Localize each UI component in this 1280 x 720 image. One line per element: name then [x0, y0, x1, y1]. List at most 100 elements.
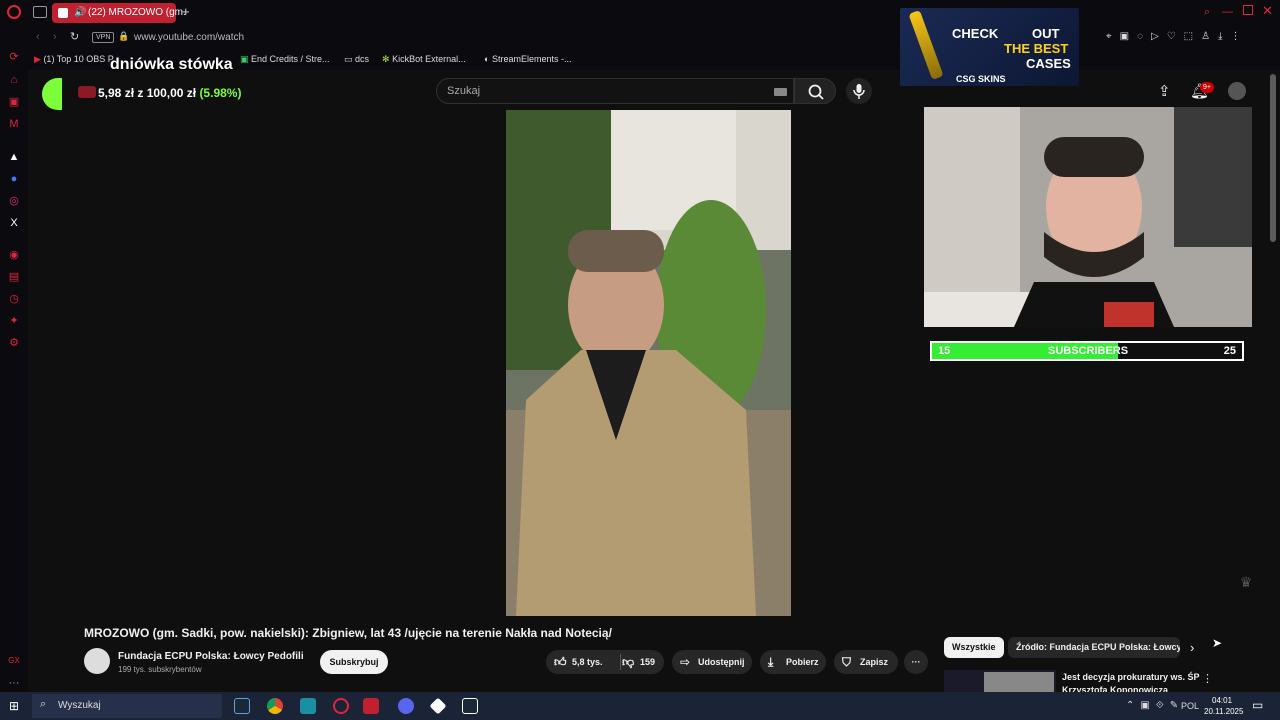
windows-start-icon[interactable]: ⊞	[9, 700, 21, 712]
save-label: Zapisz	[860, 657, 889, 667]
tab-youtube[interactable]: 🔊 (22) MROZOWO (gm.	[52, 3, 186, 23]
aria-icon[interactable]: ⌂	[7, 73, 21, 87]
app-icon[interactable]	[300, 698, 316, 714]
subscribers-target: 25	[1223, 345, 1236, 357]
bookmark-dcs[interactable]: ▭ dcs	[344, 54, 369, 65]
download-icon: ⤓	[768, 655, 774, 669]
forward-icon[interactable]: ›	[53, 31, 57, 43]
search-button[interactable]	[794, 78, 836, 104]
notification-center-icon[interactable]: ▭	[1252, 698, 1263, 712]
close-window-icon[interactable]: ✕	[1262, 3, 1273, 19]
account-avatar[interactable]	[1228, 82, 1246, 100]
subscribers-label: SUBSCRIBERS	[1048, 345, 1129, 357]
page-scrollbar[interactable]	[1270, 74, 1276, 242]
vpn-badge[interactable]: VPN	[92, 32, 115, 43]
back-icon[interactable]: ‹	[36, 31, 40, 43]
bookmark-streamelements[interactable]: ◐ StreamElements -...	[484, 54, 571, 64]
search-tabs-icon[interactable]: ⌕	[1204, 6, 1210, 19]
recommended-title-1[interactable]: Jest decyzja prokuratury ws. ŚP	[1062, 672, 1200, 682]
instagram-icon[interactable]: ◎	[7, 194, 21, 208]
tiktok-icon[interactable]: ▲	[7, 150, 21, 164]
chips-next-icon[interactable]: ›	[1190, 640, 1194, 655]
voicemeeter-icon[interactable]	[363, 698, 379, 714]
subscribe-button[interactable]: Subskrybuj	[320, 650, 388, 674]
banner-line2: OUT	[1032, 26, 1060, 41]
bookmark-top10[interactable]: ▶ (1) Top 10 OBS P	[34, 54, 114, 65]
divider	[620, 654, 621, 670]
goal-target: 100,00 zł	[146, 86, 197, 100]
download-button[interactable]: ⤓ Pobierz	[760, 650, 826, 674]
tray-icons[interactable]: ⌃▣⟐✎	[1126, 700, 1184, 711]
extensions-side-icon[interactable]: ✦	[7, 314, 21, 328]
x-icon[interactable]: X	[7, 216, 21, 230]
lock-icon: 🔒	[118, 31, 130, 41]
settings-icon[interactable]: ⚙	[7, 336, 21, 350]
history-icon[interactable]: ◷	[7, 292, 21, 306]
new-tab-button[interactable]: +	[182, 4, 190, 19]
banner-brand: CSG SKINS	[956, 74, 1006, 84]
toolbar-icons[interactable]: ⌖▣◌▷♡⬚♙⤓⋮	[1106, 31, 1249, 42]
download-label: Pobierz	[786, 657, 819, 667]
folder-icon: ▭	[344, 54, 353, 64]
chrome-icon[interactable]	[267, 698, 283, 714]
maximize-icon[interactable]	[1243, 5, 1253, 15]
reload-icon[interactable]: ↻	[70, 30, 79, 43]
taskbar-search[interactable]: ⌕ Wyszukaj	[32, 694, 222, 718]
voice-search-button[interactable]	[846, 78, 872, 104]
keyboard-icon[interactable]	[774, 88, 787, 96]
messenger-icon[interactable]: ●	[7, 172, 21, 186]
gx-icon[interactable]: GX	[7, 654, 21, 668]
more-sidebar-icon[interactable]: ···	[7, 676, 21, 690]
ai-icon[interactable]: ⟳	[7, 50, 21, 64]
bookmark-label: StreamElements -...	[491, 54, 572, 64]
youtube-logo-icon[interactable]	[78, 86, 96, 98]
search-icon	[808, 84, 824, 100]
thumbs-up-icon[interactable]: 👍︎	[554, 650, 567, 674]
thumbs-down-icon[interactable]: 👎︎	[622, 650, 634, 674]
banner-line4: CASES	[1026, 56, 1071, 71]
video-player[interactable]	[506, 110, 791, 616]
search-icon: ⌕	[40, 698, 47, 710]
url-field[interactable]: www.youtube.com/watch	[134, 32, 244, 43]
player-icon[interactable]: ◉	[7, 248, 21, 262]
tab-island-icon[interactable]	[33, 6, 47, 18]
music-icon[interactable]: ▣	[7, 95, 21, 109]
webcam-overlay	[924, 107, 1252, 327]
recommended-thumbnail[interactable]	[944, 670, 1056, 692]
mic-icon	[853, 84, 865, 99]
like-count[interactable]: 5,8 tys.	[572, 650, 603, 674]
tab-title: (22) MROZOWO (gm.	[88, 7, 186, 18]
chip-source[interactable]: Źródło: Fundacja ECPU Polska: Łowcy	[1008, 637, 1180, 658]
goal-progress-fill	[42, 78, 62, 110]
chip-all[interactable]: Wszystkie	[944, 637, 1004, 658]
bookmark-end-credits[interactable]: ▣ End Credits / Stre...	[240, 54, 330, 65]
discord-icon[interactable]	[398, 698, 414, 714]
clock-date[interactable]: 20.11.2025	[1204, 707, 1243, 716]
end-credits-icon: ▣	[240, 54, 249, 64]
wallet-icon[interactable]: ▤	[7, 270, 21, 284]
share-label: Udostępnij	[698, 657, 745, 667]
more-actions-button[interactable]: ···	[904, 650, 928, 674]
share-button[interactable]: ⇨ Udostępnij	[672, 650, 752, 674]
channel-name[interactable]: Fundacja ECPU Polska: Łowcy Pedofili	[118, 651, 304, 662]
workspace-icon[interactable]: M	[7, 117, 21, 131]
minimize-icon[interactable]: —	[1222, 6, 1233, 18]
opera-logo-icon[interactable]	[7, 5, 21, 19]
channel-avatar[interactable]	[84, 648, 110, 674]
goal-amounts: 5,98 zł z 100,00 zł (5.98%)	[98, 86, 241, 100]
steam-icon[interactable]	[234, 698, 250, 714]
clock-time[interactable]: 04:01	[1212, 696, 1232, 705]
save-button[interactable]: ⛉ Zapisz	[834, 650, 898, 674]
search-input[interactable]: Szukaj	[436, 78, 794, 104]
upload-icon[interactable]: ⇪	[1158, 82, 1171, 100]
goal-title: dniówka stówka	[110, 56, 233, 73]
steam-tray-icon[interactable]	[462, 698, 478, 714]
tab-bar: 🔊 (22) MROZOWO (gm. + ⌕ — ✕	[28, 0, 1280, 26]
channel-subscribers: 199 tys. subskrybentów	[118, 665, 202, 674]
dislike-count[interactable]: 159	[640, 650, 655, 674]
recommended-menu-icon[interactable]: ⋮	[1202, 672, 1213, 685]
language-indicator[interactable]: POL	[1181, 701, 1199, 711]
opera-gx-icon[interactable]	[333, 698, 349, 714]
recommended-title-2[interactable]: Krzysztofa Koponowicza	[1062, 685, 1168, 692]
bookmark-kickbot[interactable]: ✻ KickBot External...	[382, 54, 466, 65]
